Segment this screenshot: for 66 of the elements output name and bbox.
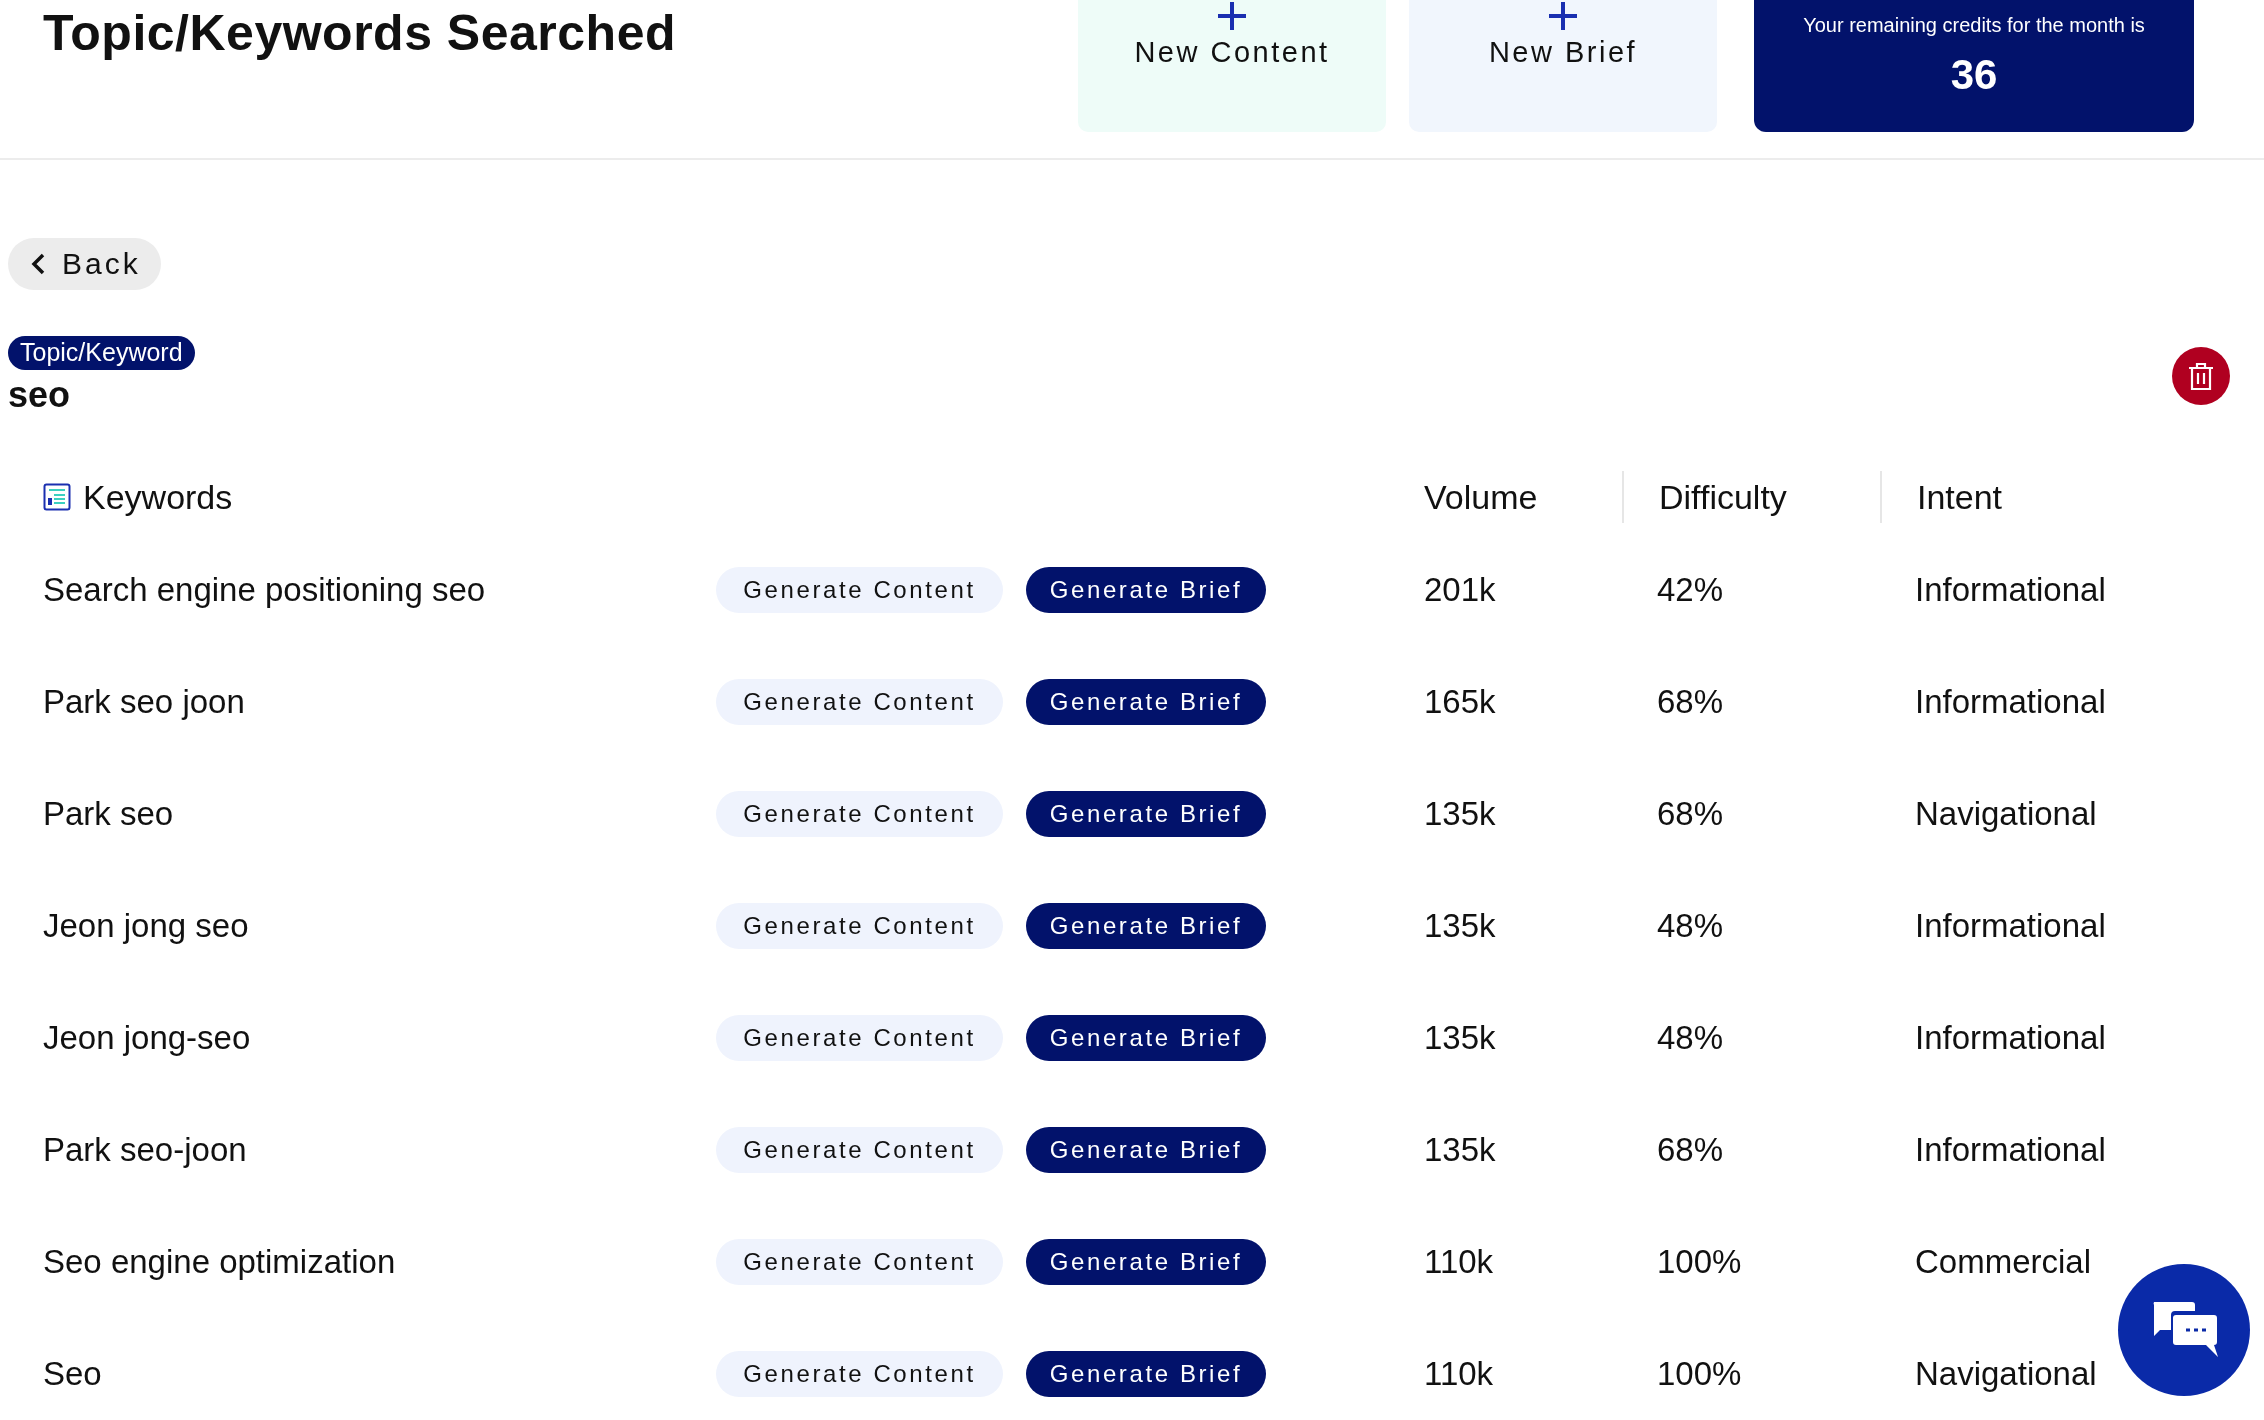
new-item-button[interactable]: New Content xyxy=(1078,0,1386,132)
generate-brief-button[interactable]: Generate Brief xyxy=(1026,1351,1266,1397)
column-header: Volume xyxy=(1424,477,1538,517)
volume-cell: 165k xyxy=(1424,683,1496,720)
chevron-left-icon xyxy=(30,252,46,276)
keyword-cell-text: Seo xyxy=(43,1355,103,1393)
generate-content-button[interactable]: Generate Content xyxy=(716,1351,1003,1397)
page-title: Topic/Keywords Searched xyxy=(43,4,677,62)
difficulty-cell: 48% xyxy=(1657,1019,1724,1056)
volume-cell: 110k xyxy=(1424,1243,1494,1280)
difficulty-cell: 48% xyxy=(1657,907,1724,944)
keyword-cell-text: Park seo-joon xyxy=(43,1131,248,1169)
intent-cell: Informational xyxy=(1915,1019,2106,1056)
intent-cell: Navigational xyxy=(1915,1355,2097,1392)
column-header: Intent xyxy=(1917,477,2003,517)
intent-cell: Informational xyxy=(1915,1131,2106,1168)
keyword-cell-text: Jeon jong-seo xyxy=(43,1019,252,1057)
generate-content-button[interactable]: Generate Content xyxy=(716,679,1003,725)
intent-cell: Commercial xyxy=(1915,1243,2092,1280)
delete-button[interactable] xyxy=(2172,347,2230,405)
generate-brief-button[interactable]: Generate Brief xyxy=(1026,1127,1266,1173)
keyword-cell-text: Park seo xyxy=(43,795,175,833)
topic-value: seo xyxy=(8,374,71,416)
generate-content-button[interactable]: Generate Content xyxy=(716,567,1003,613)
generate-brief-button[interactable]: Generate Brief xyxy=(1026,679,1266,725)
difficulty-cell: 68% xyxy=(1657,1131,1724,1168)
difficulty-cell: 100% xyxy=(1657,1243,1742,1280)
generate-brief-button[interactable]: Generate Brief xyxy=(1026,791,1266,837)
keyword-cell-text: Jeon jong seo xyxy=(43,907,250,945)
keyword-cell-text: Seo engine optimization xyxy=(43,1243,397,1281)
difficulty-cell: 100% xyxy=(1657,1355,1742,1392)
generate-content-button[interactable]: Generate Content xyxy=(716,791,1003,837)
topic-tag: Topic/Keyword xyxy=(8,336,195,370)
generate-content-button[interactable]: Generate Content xyxy=(716,1239,1003,1285)
generate-brief-button[interactable]: Generate Brief xyxy=(1026,903,1266,949)
intent-cell: Informational xyxy=(1915,571,2106,608)
generate-brief-button[interactable]: Generate Brief xyxy=(1026,1239,1266,1285)
volume-cell: 135k xyxy=(1424,1131,1496,1168)
back-button[interactable]: Back xyxy=(8,238,161,290)
keyword-cell-text: Search engine positioning seo xyxy=(43,571,487,609)
column-header: Difficulty xyxy=(1659,477,1787,517)
volume-cell: 201k xyxy=(1424,571,1496,608)
new-item-button[interactable]: New Brief xyxy=(1409,0,1717,132)
generate-brief-button[interactable]: Generate Brief xyxy=(1026,567,1266,613)
intent-cell: Informational xyxy=(1915,683,2106,720)
difficulty-cell: 68% xyxy=(1657,795,1724,832)
volume-cell: 135k xyxy=(1424,1019,1496,1056)
credits-count: 36 xyxy=(1950,51,1998,99)
generate-brief-button[interactable]: Generate Brief xyxy=(1026,1015,1266,1061)
volume-cell: 135k xyxy=(1424,795,1496,832)
intent-cell: Informational xyxy=(1915,907,2106,944)
trash-icon xyxy=(2187,361,2215,391)
difficulty-cell: 68% xyxy=(1657,683,1724,720)
volume-cell: 110k xyxy=(1424,1355,1494,1392)
difficulty-cell: 42% xyxy=(1657,571,1724,608)
volume-cell: 135k xyxy=(1424,907,1496,944)
generate-content-button[interactable]: Generate Content xyxy=(716,1127,1003,1173)
generate-content-button[interactable]: Generate Content xyxy=(716,903,1003,949)
keyword-cell-text: Park seo joon xyxy=(43,683,246,721)
generate-content-button[interactable]: Generate Content xyxy=(716,1015,1003,1061)
list-document-icon xyxy=(43,483,71,511)
intent-cell: Navigational xyxy=(1915,795,2097,832)
credits-label: Your remaining credits for the month is xyxy=(1803,14,2145,37)
column-header: Keywords xyxy=(83,477,233,517)
plus-icon xyxy=(1549,2,1577,30)
plus-icon xyxy=(1218,2,1246,30)
